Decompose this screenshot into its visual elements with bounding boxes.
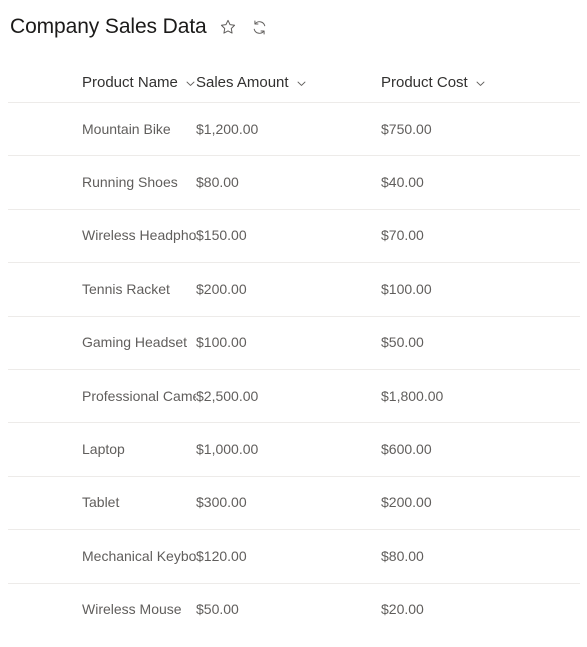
column-header-label: Product Cost [381, 74, 468, 91]
table-row[interactable]: Tennis Racket $200.00 $100.00 [0, 263, 587, 315]
table-row[interactable]: Wireless Mouse $50.00 $20.00 [0, 584, 587, 636]
cell-product-cost: $750.00 [381, 120, 527, 139]
table-row[interactable]: Tablet $300.00 $200.00 [0, 477, 587, 529]
cell-sales-amount-text: $120.00 [196, 547, 247, 564]
cell-product-cost: $50.00 [381, 333, 527, 352]
cell-sales-amount-text: $100.00 [196, 334, 247, 351]
page-title: Company Sales Data [10, 15, 207, 38]
table-row[interactable]: Professional Camera$2,500.00 $1,800.00 [0, 370, 587, 422]
cell-sales-amount: $150.00 [196, 226, 381, 245]
refresh-icon[interactable] [249, 16, 271, 38]
column-header-label: Sales Amount [196, 74, 289, 91]
cell-product-name: Laptop [8, 440, 196, 459]
cell-sales-amount: $120.00 [196, 547, 381, 566]
cell-product-name: Wireless Mouse [8, 600, 196, 619]
cell-sales-amount: $1,200.00 [196, 120, 381, 139]
cell-sales-amount: $80.00 [196, 173, 381, 192]
cell-product-cost-text: $20.00 [381, 601, 424, 618]
cell-product-name-text: Tennis Racket [82, 280, 170, 297]
cell-product-name-text: Gaming Headset [82, 334, 188, 351]
table-row[interactable]: Mechanical Keyboard$120.00 $80.00 [0, 530, 587, 582]
cell-product-name: Tennis Racket [8, 280, 196, 299]
cell-sales-amount-text: $80.00 [196, 174, 239, 191]
column-header-product-name[interactable]: Product Name [8, 73, 196, 93]
cell-sales-amount-text: $1,000.00 [196, 441, 259, 458]
cell-product-cost-text: $750.00 [381, 120, 432, 137]
table-row[interactable]: Mountain Bike $1,200.00 $750.00 [0, 103, 587, 155]
cell-product-cost-text: $100.00 [381, 280, 432, 297]
cell-product-cost: $200.00 [381, 493, 527, 512]
cell-product-name-text: Laptop [82, 441, 125, 458]
list-header-row: Product Name Sales Amount Product Cost [0, 64, 587, 102]
cell-product-cost-text: $200.00 [381, 494, 432, 511]
cell-product-name: Running Shoes [8, 173, 196, 192]
cell-sales-amount: $2,500.00 [196, 387, 381, 406]
chevron-down-icon[interactable] [475, 77, 487, 89]
cell-product-name: Professional Camera [8, 387, 196, 406]
cell-sales-amount-text: $2,500.00 [196, 387, 259, 404]
cell-product-cost: $80.00 [381, 547, 527, 566]
cell-product-name: Wireless Headphones [8, 226, 196, 245]
cell-sales-amount: $300.00 [196, 493, 381, 512]
cell-sales-amount: $50.00 [196, 600, 381, 619]
star-icon[interactable] [217, 16, 239, 38]
column-header-sales-amount[interactable]: Sales Amount [196, 73, 381, 93]
cell-product-name: Tablet [8, 493, 196, 512]
cell-sales-amount: $100.00 [196, 333, 381, 352]
cell-product-cost-text: $50.00 [381, 334, 424, 351]
cell-sales-amount: $200.00 [196, 280, 381, 299]
cell-sales-amount-text: $300.00 [196, 494, 247, 511]
cell-product-cost-text: $40.00 [381, 174, 424, 191]
list-body: Mountain Bike $1,200.00 $750.00 Running Sho… [0, 103, 587, 636]
chevron-down-icon[interactable] [185, 77, 196, 89]
cell-product-cost: $600.00 [381, 440, 527, 459]
sales-data-list: Product Name Sales Amount Product Cost M… [0, 64, 587, 636]
cell-sales-amount-text: $200.00 [196, 280, 247, 297]
cell-product-cost-text: $1,800.00 [381, 387, 444, 404]
table-row[interactable]: Running Shoes $80.00 $40.00 [0, 156, 587, 208]
cell-sales-amount-text: $150.00 [196, 227, 247, 244]
cell-sales-amount-text: $1,200.00 [196, 120, 259, 137]
cell-sales-amount-text: $50.00 [196, 601, 239, 618]
table-row[interactable]: Wireless Headphones$150.00 $70.00 [0, 210, 587, 262]
cell-product-name-text: Mechanical Keyboard [82, 547, 196, 564]
table-row[interactable]: Laptop $1,000.00 $600.00 [0, 423, 587, 475]
cell-product-cost-text: $80.00 [381, 547, 424, 564]
cell-product-cost-text: $70.00 [381, 227, 424, 244]
table-row[interactable]: Gaming Headset $100.00 $50.00 [0, 317, 587, 369]
cell-product-name-text: Tablet [82, 494, 120, 511]
cell-product-name: Mechanical Keyboard [8, 547, 196, 566]
cell-product-name-text: Professional Camera [82, 387, 196, 404]
cell-product-name-text: Mountain Bike [82, 120, 171, 137]
column-header-product-cost[interactable]: Product Cost [381, 73, 527, 93]
cell-product-name: Gaming Headset [8, 333, 196, 352]
cell-product-cost: $70.00 [381, 226, 527, 245]
cell-product-cost: $1,800.00 [381, 387, 527, 406]
cell-product-cost-text: $600.00 [381, 441, 432, 458]
column-header-label: Product Name [82, 74, 178, 91]
cell-product-cost: $40.00 [381, 173, 527, 192]
cell-product-cost: $100.00 [381, 280, 527, 299]
cell-product-name-text: Running Shoes [82, 174, 178, 191]
cell-product-cost: $20.00 [381, 600, 527, 619]
title-bar: Company Sales Data [0, 0, 587, 44]
cell-product-name: Mountain Bike [8, 120, 196, 139]
chevron-down-icon[interactable] [296, 77, 308, 89]
cell-sales-amount: $1,000.00 [196, 440, 381, 459]
cell-product-name-text: Wireless Headphones [82, 227, 196, 244]
cell-product-name-text: Wireless Mouse [82, 601, 182, 618]
